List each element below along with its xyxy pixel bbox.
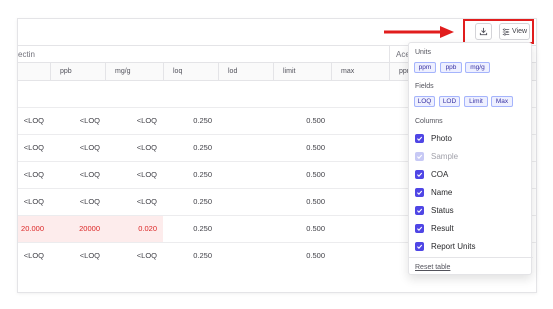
- column-toggle-coa[interactable]: COA: [415, 168, 448, 180]
- download-icon: [479, 27, 488, 36]
- column-toggle-label: Photo: [431, 133, 452, 143]
- table-cell-c1: <LOQ: [79, 143, 100, 152]
- table-cell-c2: 0.020: [138, 224, 157, 233]
- field-chip-lod[interactable]: LOD: [439, 96, 460, 107]
- table-cell-c1: <LOQ: [79, 170, 100, 179]
- checkbox: [415, 151, 424, 161]
- table-cell-c0: <LOQ: [23, 251, 44, 260]
- column-toggle-report-units[interactable]: Report Units: [415, 240, 475, 252]
- check-icon: [417, 244, 423, 249]
- header-max[interactable]: max: [331, 63, 389, 81]
- table-cell-loq: 0.250: [193, 170, 212, 179]
- checkbox[interactable]: [415, 205, 424, 215]
- view-button-label: View: [511, 28, 528, 35]
- column-toggle-label: Sample: [431, 151, 459, 161]
- table-cell-limit: 0.500: [306, 251, 325, 260]
- checkbox[interactable]: [415, 241, 424, 251]
- field-chip-limit[interactable]: Limit: [464, 96, 488, 107]
- view-options-button[interactable]: View: [499, 23, 530, 40]
- checkbox[interactable]: [415, 223, 424, 233]
- table-cell-loq: 0.250: [193, 143, 212, 152]
- check-icon: [417, 136, 423, 141]
- column-toggle-label: Report Units: [431, 241, 476, 251]
- sliders-icon: [502, 27, 510, 36]
- table-cell-loq: 0.250: [193, 224, 212, 233]
- table-cell-c1: <LOQ: [79, 197, 100, 206]
- table-cell-limit: 0.500: [306, 224, 325, 233]
- check-icon: [417, 190, 423, 195]
- fields-section-title: Fields: [415, 83, 434, 90]
- group-divider: [389, 46, 390, 64]
- check-icon: [417, 226, 423, 231]
- reset-table-link[interactable]: Reset table: [415, 264, 450, 271]
- header-limit[interactable]: limit: [273, 63, 331, 81]
- download-button[interactable]: [475, 23, 492, 40]
- checkbox[interactable]: [415, 133, 424, 143]
- column-toggle-label: Status: [431, 205, 454, 215]
- table-cell-c1: <LOQ: [79, 116, 100, 125]
- column-toggle-label: Name: [431, 187, 453, 197]
- header-mg-g[interactable]: mg/g: [105, 63, 163, 81]
- table-cell-limit: 0.500: [306, 143, 325, 152]
- column-toggle-photo[interactable]: Photo: [415, 132, 452, 144]
- table-cell-loq: 0.250: [193, 251, 212, 260]
- table-cell-c2: <LOQ: [136, 143, 157, 152]
- check-icon: [417, 172, 423, 177]
- table-cell-loq: 0.250: [193, 197, 212, 206]
- column-toggle-name[interactable]: Name: [415, 186, 452, 198]
- table-cell-c2: <LOQ: [136, 197, 157, 206]
- table-cell-c2: <LOQ: [136, 251, 157, 260]
- unit-chip-ppm[interactable]: ppm: [414, 62, 436, 73]
- column-toggle-sample: Sample: [415, 150, 458, 162]
- annotation-arrow: [384, 26, 454, 38]
- table-cell-c0: <LOQ: [23, 197, 44, 206]
- field-chip-max[interactable]: Max: [491, 96, 513, 107]
- header-loq[interactable]: loq: [163, 63, 218, 81]
- table-cell-c0: <LOQ: [23, 170, 44, 179]
- checkbox[interactable]: [415, 169, 424, 179]
- table-cell-limit: 0.500: [306, 170, 325, 179]
- columns-section-title: Columns: [415, 118, 443, 125]
- view-options-dropdown: Units ppm ppb mg/g Fields LOQ LOD Limit …: [408, 42, 533, 275]
- table-cell-limit: 0.500: [306, 197, 325, 206]
- header-cell-truncated: [18, 63, 50, 81]
- table-cell-c0: <LOQ: [23, 116, 44, 125]
- group-header-analyte: ectin: [18, 50, 35, 59]
- units-section-title: Units: [415, 49, 431, 56]
- check-icon: [417, 154, 423, 159]
- unit-chip-ppb[interactable]: ppb: [440, 62, 462, 73]
- table-cell-limit: 0.500: [306, 116, 325, 125]
- table-cell-c2: <LOQ: [136, 170, 157, 179]
- table-cell-c1: 20000: [79, 224, 100, 233]
- column-toggle-label: COA: [431, 169, 449, 179]
- table-cell-c2: <LOQ: [136, 116, 157, 125]
- table-cell-c0: 20.000: [21, 224, 44, 233]
- table-cell-loq: 0.250: [193, 116, 212, 125]
- checkbox[interactable]: [415, 187, 424, 197]
- header-lod[interactable]: lod: [218, 63, 273, 81]
- check-icon: [417, 208, 423, 213]
- header-ppb[interactable]: ppb: [50, 63, 105, 81]
- column-toggle-result[interactable]: Result: [415, 222, 454, 234]
- column-toggle-status[interactable]: Status: [415, 204, 454, 216]
- field-chip-loq[interactable]: LOQ: [414, 96, 435, 107]
- column-toggle-label: Result: [431, 223, 454, 233]
- table-cell-c0: <LOQ: [23, 143, 44, 152]
- table-cell-c1: <LOQ: [79, 251, 100, 260]
- menu-divider: [409, 257, 533, 258]
- unit-chip-mg-g[interactable]: mg/g: [465, 62, 490, 73]
